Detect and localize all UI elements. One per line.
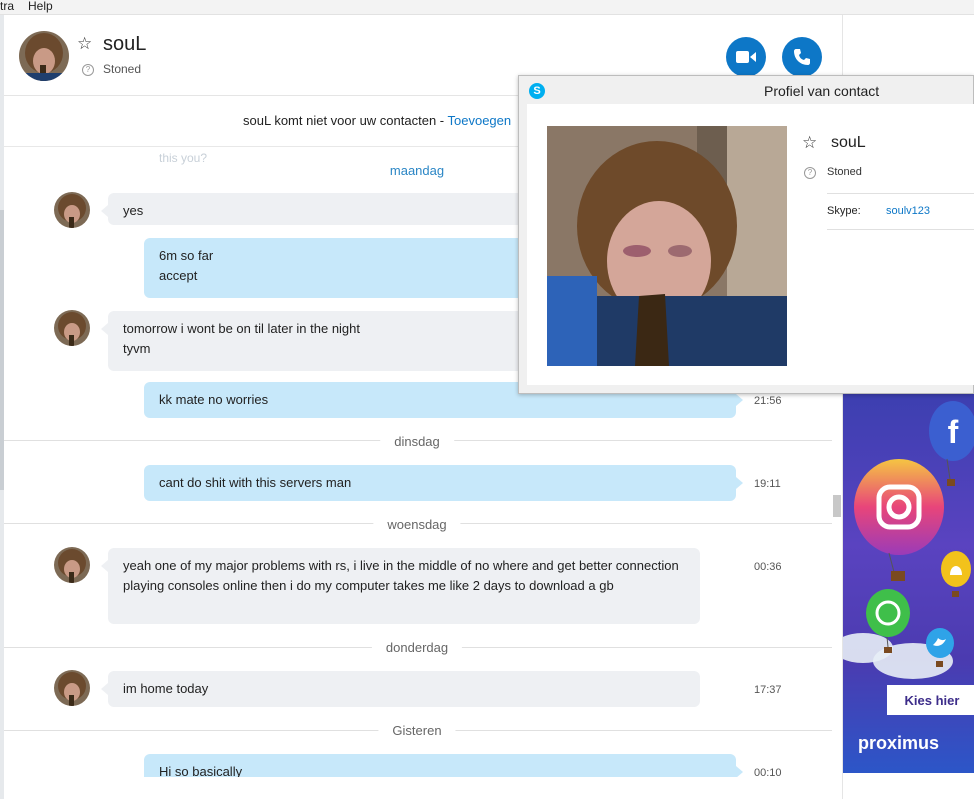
contact-name: souL [103,33,147,55]
profile-content: ☆ souL ? Stoned Skype: soulv123 [527,104,974,385]
profile-contact-name: souL [831,134,866,151]
message-bubble-outgoing[interactable]: cant do shit with this servers man [144,465,743,501]
profile-mood: Stoned [827,166,862,178]
audio-call-button[interactable] [782,37,822,77]
svg-text:f: f [948,414,959,450]
profile-divider [827,229,974,230]
message-timestamp: 19:11 [754,478,781,490]
profile-divider [827,193,974,194]
message-timestamp: 00:36 [754,561,782,573]
message-text: tyvm [123,341,151,356]
day-separator-label: dinsdag [380,434,454,449]
phone-icon [794,49,810,65]
message-avatar[interactable] [54,192,90,228]
message-text: im home today [123,681,209,696]
day-separator-label: donderdag [371,640,463,655]
day-separator-label: maandag [375,163,459,178]
skype-logo-icon: S [529,83,545,99]
skype-id-label: Skype: [827,205,861,217]
message-bubble-incoming[interactable]: yes [101,193,558,225]
message-bubble-incoming[interactable]: yeah one of my major problems with rs, i… [101,548,700,624]
message-text: yeah one of my major problems with rs, i… [123,558,683,593]
video-call-button[interactable] [726,37,766,77]
contact-profile-window[interactable]: S Profiel van contact ☆ souL ? Stoned Sk… [518,75,974,394]
profile-photo[interactable] [547,126,787,366]
instagram-balloon-icon [854,459,944,581]
snapchat-balloon-icon [941,551,971,597]
profile-favorite-star-icon[interactable]: ☆ [802,133,817,153]
message-timestamp: 17:37 [754,684,782,696]
menu-item-help[interactable]: Help [28,0,53,13]
message-bubble-incoming[interactable]: im home today [101,671,700,707]
message-bubble-outgoing[interactable]: 6m so far accept [144,238,571,298]
message-text: yes [123,203,144,218]
day-separator-label: woensdag [373,517,461,532]
message-text: Hi so basically [159,764,243,777]
message-text: tomorrow i wont be on til later in the n… [123,321,361,336]
message-bubble-incoming[interactable]: tomorrow i wont be on til later in the n… [101,311,528,371]
message-text: 6m so far [159,248,214,263]
favorite-star-icon[interactable]: ☆ [77,34,92,54]
message-text: accept [159,268,198,283]
message-avatar[interactable] [54,670,90,706]
twitter-balloon-icon [926,628,954,667]
contact-avatar[interactable] [19,31,69,81]
faded-previous-message: this you? [159,151,208,165]
message-text: cant do shit with this servers man [159,475,352,490]
ad-cta-button[interactable]: Kies hier [887,685,974,715]
message-timestamp: 00:10 [754,767,782,777]
day-separator-label: Gisteren [378,723,456,738]
message-bubble-outgoing[interactable]: Hi so basically [144,754,743,777]
advertisement-banner[interactable]: f Kies hier proximus [843,393,974,773]
menu-bar: tra Help [0,0,974,15]
contact-mood: Stoned [103,62,142,76]
profile-status-icon: ? [804,167,816,179]
profile-window-title: Profiel van contact [764,83,880,99]
chat-scrollbar-thumb[interactable] [833,495,841,517]
video-camera-icon [736,51,756,63]
menu-item-extra[interactable]: tra [0,0,14,13]
message-timestamp: 21:56 [754,395,782,407]
ad-brand-logo: proximus [858,733,940,753]
skype-id-value[interactable]: soulv123 [886,205,930,217]
message-avatar[interactable] [54,547,90,583]
notice-text: souL komt niet voor uw contacten - [243,113,448,128]
profile-title-bar[interactable]: S Profiel van contact [519,76,974,104]
add-contact-link[interactable]: Toevoegen [448,113,512,128]
message-avatar[interactable] [54,310,90,346]
whatsapp-balloon-icon [866,589,910,653]
status-unknown-icon: ? [82,64,94,76]
